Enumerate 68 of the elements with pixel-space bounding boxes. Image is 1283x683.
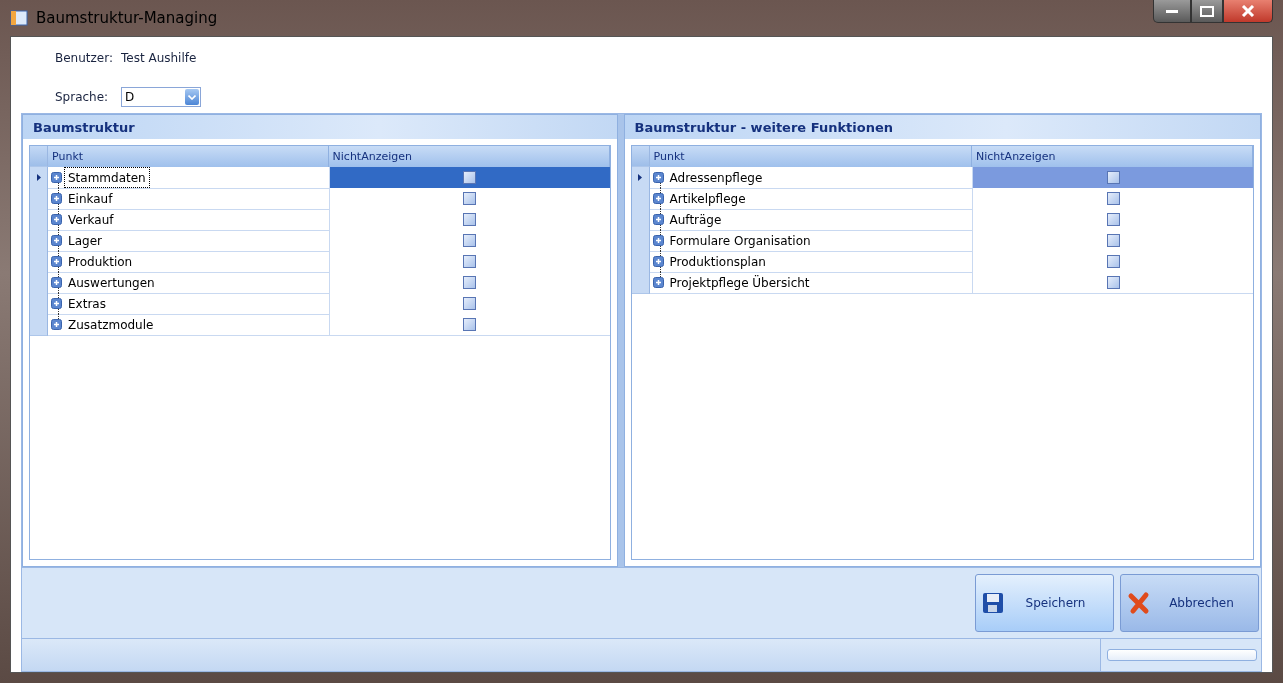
expand-icon[interactable] xyxy=(652,193,664,204)
tree-item[interactable]: Adressenpflege xyxy=(665,167,767,188)
tree-item[interactable]: Extras xyxy=(64,293,110,314)
checkbox[interactable] xyxy=(463,297,477,310)
maximize-icon xyxy=(1200,5,1214,17)
expand-icon[interactable] xyxy=(652,256,664,267)
checkbox[interactable] xyxy=(463,255,477,268)
tree-item[interactable]: Artikelpflege xyxy=(665,188,750,209)
tree-item[interactable]: Lager xyxy=(64,230,106,251)
tree-item[interactable]: Stammdaten xyxy=(64,167,150,188)
tree-item[interactable]: Aufträge xyxy=(665,209,726,230)
minimize-button[interactable] xyxy=(1153,0,1191,23)
row-header[interactable] xyxy=(30,167,48,189)
tree-item[interactable]: Projektpflege Übersicht xyxy=(665,272,814,293)
close-button[interactable] xyxy=(1223,0,1273,23)
row-header[interactable] xyxy=(631,167,650,189)
checkbox[interactable] xyxy=(463,171,477,184)
checkbox[interactable] xyxy=(463,192,477,205)
checkbox[interactable] xyxy=(463,213,477,226)
window-title: Baumstruktur-Managing xyxy=(36,9,218,27)
row-pointer-icon xyxy=(36,174,41,181)
tree-item[interactable]: Verkauf xyxy=(64,209,118,230)
checkbox[interactable] xyxy=(463,234,477,247)
checkbox[interactable] xyxy=(1106,255,1120,268)
tree-item[interactable]: Formulare Organisation xyxy=(665,230,815,251)
checkbox[interactable] xyxy=(1106,192,1120,205)
checkbox[interactable] xyxy=(1106,234,1120,247)
maximize-button[interactable] xyxy=(1191,0,1223,23)
window-app-icon xyxy=(10,9,28,27)
row-pointer-icon xyxy=(638,174,643,181)
expand-icon[interactable] xyxy=(51,277,62,288)
user-label: Benutzer: xyxy=(55,51,114,65)
expand-icon[interactable] xyxy=(51,256,62,267)
expand-icon[interactable] xyxy=(51,235,62,246)
tree-item[interactable]: Auswertungen xyxy=(64,272,159,293)
expand-icon[interactable] xyxy=(51,298,62,309)
tree-item[interactable]: Produktionsplan xyxy=(665,251,770,272)
tree-item[interactable]: Zusatzmodule xyxy=(64,314,158,335)
expand-icon[interactable] xyxy=(652,214,664,225)
language-label: Sprache: xyxy=(55,90,110,104)
checkbox[interactable] xyxy=(463,276,477,289)
close-icon xyxy=(1241,5,1255,17)
expand-icon[interactable] xyxy=(652,172,664,183)
column-header[interactable]: Punkt xyxy=(649,146,972,167)
user-name: Test Aushilfe xyxy=(121,51,198,65)
checkbox[interactable] xyxy=(1106,276,1120,289)
chevron-down-icon xyxy=(188,94,196,100)
column-header[interactable]: NichtAnzeigen xyxy=(328,146,610,167)
expand-icon[interactable] xyxy=(51,172,62,183)
cancel-button[interactable]: Abbrechen xyxy=(1120,574,1259,632)
tree-item[interactable]: Einkauf xyxy=(64,188,117,209)
expand-icon[interactable] xyxy=(652,277,664,288)
column-header[interactable]: Punkt xyxy=(48,146,329,167)
save-button[interactable]: Speichern xyxy=(975,574,1114,632)
panel-title: Baumstruktur - weitere Funktionen xyxy=(624,115,1260,139)
minimize-icon xyxy=(1166,9,1178,13)
expand-icon[interactable] xyxy=(51,319,62,330)
panel-title: Baumstruktur xyxy=(23,115,617,139)
tree-item[interactable]: Produktion xyxy=(64,251,137,272)
expand-icon[interactable] xyxy=(51,193,62,204)
checkbox[interactable] xyxy=(1106,213,1120,226)
expand-icon[interactable] xyxy=(51,214,62,225)
language-dropdown[interactable]: D xyxy=(121,87,201,107)
cross-icon xyxy=(1127,591,1151,615)
checkbox[interactable] xyxy=(463,318,477,331)
checkbox[interactable] xyxy=(1106,171,1120,184)
column-header[interactable]: NichtAnzeigen xyxy=(972,146,1253,167)
expand-icon[interactable] xyxy=(652,235,664,246)
